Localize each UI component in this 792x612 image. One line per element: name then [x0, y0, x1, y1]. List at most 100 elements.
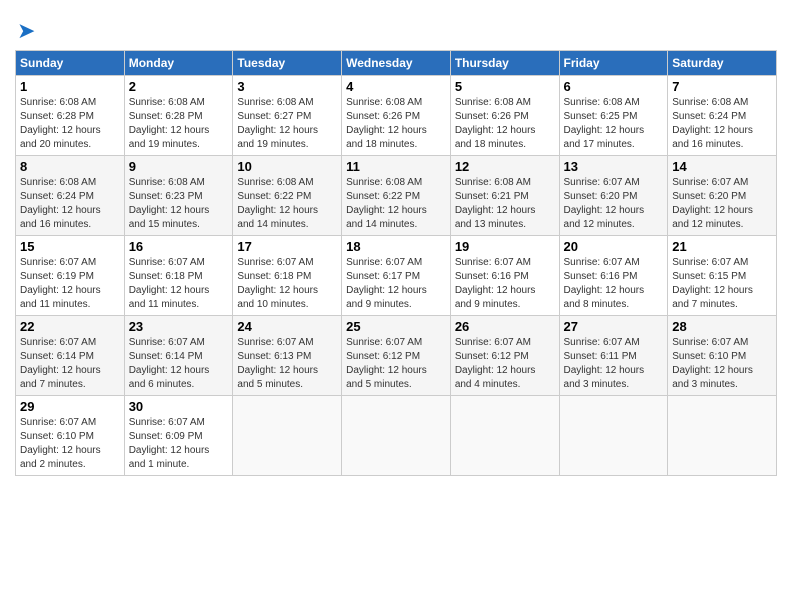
- day-info: Sunrise: 6:08 AMSunset: 6:25 PMDaylight:…: [564, 97, 645, 150]
- calendar-cell: 23 Sunrise: 6:07 AMSunset: 6:14 PMDaylig…: [124, 316, 233, 396]
- day-info: Sunrise: 6:07 AMSunset: 6:10 PMDaylight:…: [20, 417, 101, 470]
- logo-bird-icon: ➤: [17, 18, 35, 44]
- calendar-cell: 27 Sunrise: 6:07 AMSunset: 6:11 PMDaylig…: [559, 316, 668, 396]
- day-number: 19: [455, 239, 555, 254]
- day-number: 20: [564, 239, 664, 254]
- calendar-week-row: 29 Sunrise: 6:07 AMSunset: 6:10 PMDaylig…: [16, 396, 777, 476]
- day-info: Sunrise: 6:07 AMSunset: 6:20 PMDaylight:…: [672, 177, 753, 230]
- day-info: Sunrise: 6:08 AMSunset: 6:26 PMDaylight:…: [455, 97, 536, 150]
- calendar-header-row: SundayMondayTuesdayWednesdayThursdayFrid…: [16, 51, 777, 76]
- day-info: Sunrise: 6:08 AMSunset: 6:23 PMDaylight:…: [129, 177, 210, 230]
- calendar-cell: 18 Sunrise: 6:07 AMSunset: 6:17 PMDaylig…: [342, 236, 451, 316]
- day-number: 16: [129, 239, 229, 254]
- day-number: 15: [20, 239, 120, 254]
- day-info: Sunrise: 6:07 AMSunset: 6:16 PMDaylight:…: [564, 257, 645, 310]
- day-info: Sunrise: 6:08 AMSunset: 6:28 PMDaylight:…: [129, 97, 210, 150]
- calendar-cell: 5 Sunrise: 6:08 AMSunset: 6:26 PMDayligh…: [450, 76, 559, 156]
- day-header-saturday: Saturday: [668, 51, 777, 76]
- calendar-cell: 25 Sunrise: 6:07 AMSunset: 6:12 PMDaylig…: [342, 316, 451, 396]
- day-number: 14: [672, 159, 772, 174]
- day-info: Sunrise: 6:07 AMSunset: 6:18 PMDaylight:…: [129, 257, 210, 310]
- day-number: 18: [346, 239, 446, 254]
- calendar-cell: 2 Sunrise: 6:08 AMSunset: 6:28 PMDayligh…: [124, 76, 233, 156]
- calendar-cell: [559, 396, 668, 476]
- day-info: Sunrise: 6:08 AMSunset: 6:24 PMDaylight:…: [672, 97, 753, 150]
- day-info: Sunrise: 6:07 AMSunset: 6:14 PMDaylight:…: [129, 337, 210, 390]
- calendar-cell: 12 Sunrise: 6:08 AMSunset: 6:21 PMDaylig…: [450, 156, 559, 236]
- day-number: 22: [20, 319, 120, 334]
- header: ➤: [15, 10, 777, 44]
- day-info: Sunrise: 6:07 AMSunset: 6:12 PMDaylight:…: [346, 337, 427, 390]
- day-number: 7: [672, 79, 772, 94]
- calendar-cell: 20 Sunrise: 6:07 AMSunset: 6:16 PMDaylig…: [559, 236, 668, 316]
- day-header-friday: Friday: [559, 51, 668, 76]
- calendar-week-row: 22 Sunrise: 6:07 AMSunset: 6:14 PMDaylig…: [16, 316, 777, 396]
- day-info: Sunrise: 6:07 AMSunset: 6:15 PMDaylight:…: [672, 257, 753, 310]
- calendar-cell: 1 Sunrise: 6:08 AMSunset: 6:28 PMDayligh…: [16, 76, 125, 156]
- calendar-week-row: 8 Sunrise: 6:08 AMSunset: 6:24 PMDayligh…: [16, 156, 777, 236]
- day-number: 12: [455, 159, 555, 174]
- day-info: Sunrise: 6:07 AMSunset: 6:13 PMDaylight:…: [237, 337, 318, 390]
- day-number: 27: [564, 319, 664, 334]
- day-number: 2: [129, 79, 229, 94]
- calendar-cell: 8 Sunrise: 6:08 AMSunset: 6:24 PMDayligh…: [16, 156, 125, 236]
- day-info: Sunrise: 6:07 AMSunset: 6:09 PMDaylight:…: [129, 417, 210, 470]
- day-info: Sunrise: 6:08 AMSunset: 6:21 PMDaylight:…: [455, 177, 536, 230]
- day-number: 17: [237, 239, 337, 254]
- calendar-cell: 7 Sunrise: 6:08 AMSunset: 6:24 PMDayligh…: [668, 76, 777, 156]
- calendar-cell: [450, 396, 559, 476]
- day-number: 11: [346, 159, 446, 174]
- calendar-cell: 3 Sunrise: 6:08 AMSunset: 6:27 PMDayligh…: [233, 76, 342, 156]
- day-info: Sunrise: 6:07 AMSunset: 6:10 PMDaylight:…: [672, 337, 753, 390]
- calendar-cell: [668, 396, 777, 476]
- calendar-cell: 13 Sunrise: 6:07 AMSunset: 6:20 PMDaylig…: [559, 156, 668, 236]
- day-info: Sunrise: 6:08 AMSunset: 6:27 PMDaylight:…: [237, 97, 318, 150]
- day-header-sunday: Sunday: [16, 51, 125, 76]
- day-info: Sunrise: 6:07 AMSunset: 6:17 PMDaylight:…: [346, 257, 427, 310]
- calendar-cell: 9 Sunrise: 6:08 AMSunset: 6:23 PMDayligh…: [124, 156, 233, 236]
- day-number: 5: [455, 79, 555, 94]
- day-info: Sunrise: 6:08 AMSunset: 6:22 PMDaylight:…: [346, 177, 427, 230]
- day-info: Sunrise: 6:07 AMSunset: 6:16 PMDaylight:…: [455, 257, 536, 310]
- calendar-cell: [342, 396, 451, 476]
- day-number: 4: [346, 79, 446, 94]
- day-number: 28: [672, 319, 772, 334]
- day-info: Sunrise: 6:07 AMSunset: 6:12 PMDaylight:…: [455, 337, 536, 390]
- day-info: Sunrise: 6:07 AMSunset: 6:18 PMDaylight:…: [237, 257, 318, 310]
- day-number: 9: [129, 159, 229, 174]
- day-info: Sunrise: 6:07 AMSunset: 6:14 PMDaylight:…: [20, 337, 101, 390]
- day-number: 1: [20, 79, 120, 94]
- day-header-wednesday: Wednesday: [342, 51, 451, 76]
- day-info: Sunrise: 6:07 AMSunset: 6:19 PMDaylight:…: [20, 257, 101, 310]
- calendar-cell: 15 Sunrise: 6:07 AMSunset: 6:19 PMDaylig…: [16, 236, 125, 316]
- day-info: Sunrise: 6:08 AMSunset: 6:28 PMDaylight:…: [20, 97, 101, 150]
- calendar-cell: 11 Sunrise: 6:08 AMSunset: 6:22 PMDaylig…: [342, 156, 451, 236]
- day-number: 24: [237, 319, 337, 334]
- day-number: 13: [564, 159, 664, 174]
- day-info: Sunrise: 6:08 AMSunset: 6:24 PMDaylight:…: [20, 177, 101, 230]
- day-info: Sunrise: 6:08 AMSunset: 6:22 PMDaylight:…: [237, 177, 318, 230]
- calendar-cell: 22 Sunrise: 6:07 AMSunset: 6:14 PMDaylig…: [16, 316, 125, 396]
- calendar-cell: 14 Sunrise: 6:07 AMSunset: 6:20 PMDaylig…: [668, 156, 777, 236]
- day-header-thursday: Thursday: [450, 51, 559, 76]
- day-header-tuesday: Tuesday: [233, 51, 342, 76]
- day-info: Sunrise: 6:07 AMSunset: 6:11 PMDaylight:…: [564, 337, 645, 390]
- day-number: 8: [20, 159, 120, 174]
- calendar-cell: 30 Sunrise: 6:07 AMSunset: 6:09 PMDaylig…: [124, 396, 233, 476]
- day-number: 23: [129, 319, 229, 334]
- day-number: 3: [237, 79, 337, 94]
- logo: ➤: [15, 18, 35, 44]
- day-number: 30: [129, 399, 229, 414]
- calendar-cell: 6 Sunrise: 6:08 AMSunset: 6:25 PMDayligh…: [559, 76, 668, 156]
- calendar-cell: 19 Sunrise: 6:07 AMSunset: 6:16 PMDaylig…: [450, 236, 559, 316]
- day-info: Sunrise: 6:08 AMSunset: 6:26 PMDaylight:…: [346, 97, 427, 150]
- calendar-table: SundayMondayTuesdayWednesdayThursdayFrid…: [15, 50, 777, 476]
- calendar-cell: 21 Sunrise: 6:07 AMSunset: 6:15 PMDaylig…: [668, 236, 777, 316]
- calendar-cell: 24 Sunrise: 6:07 AMSunset: 6:13 PMDaylig…: [233, 316, 342, 396]
- day-number: 10: [237, 159, 337, 174]
- day-number: 21: [672, 239, 772, 254]
- day-header-monday: Monday: [124, 51, 233, 76]
- calendar-cell: 26 Sunrise: 6:07 AMSunset: 6:12 PMDaylig…: [450, 316, 559, 396]
- calendar-cell: 29 Sunrise: 6:07 AMSunset: 6:10 PMDaylig…: [16, 396, 125, 476]
- calendar-cell: 16 Sunrise: 6:07 AMSunset: 6:18 PMDaylig…: [124, 236, 233, 316]
